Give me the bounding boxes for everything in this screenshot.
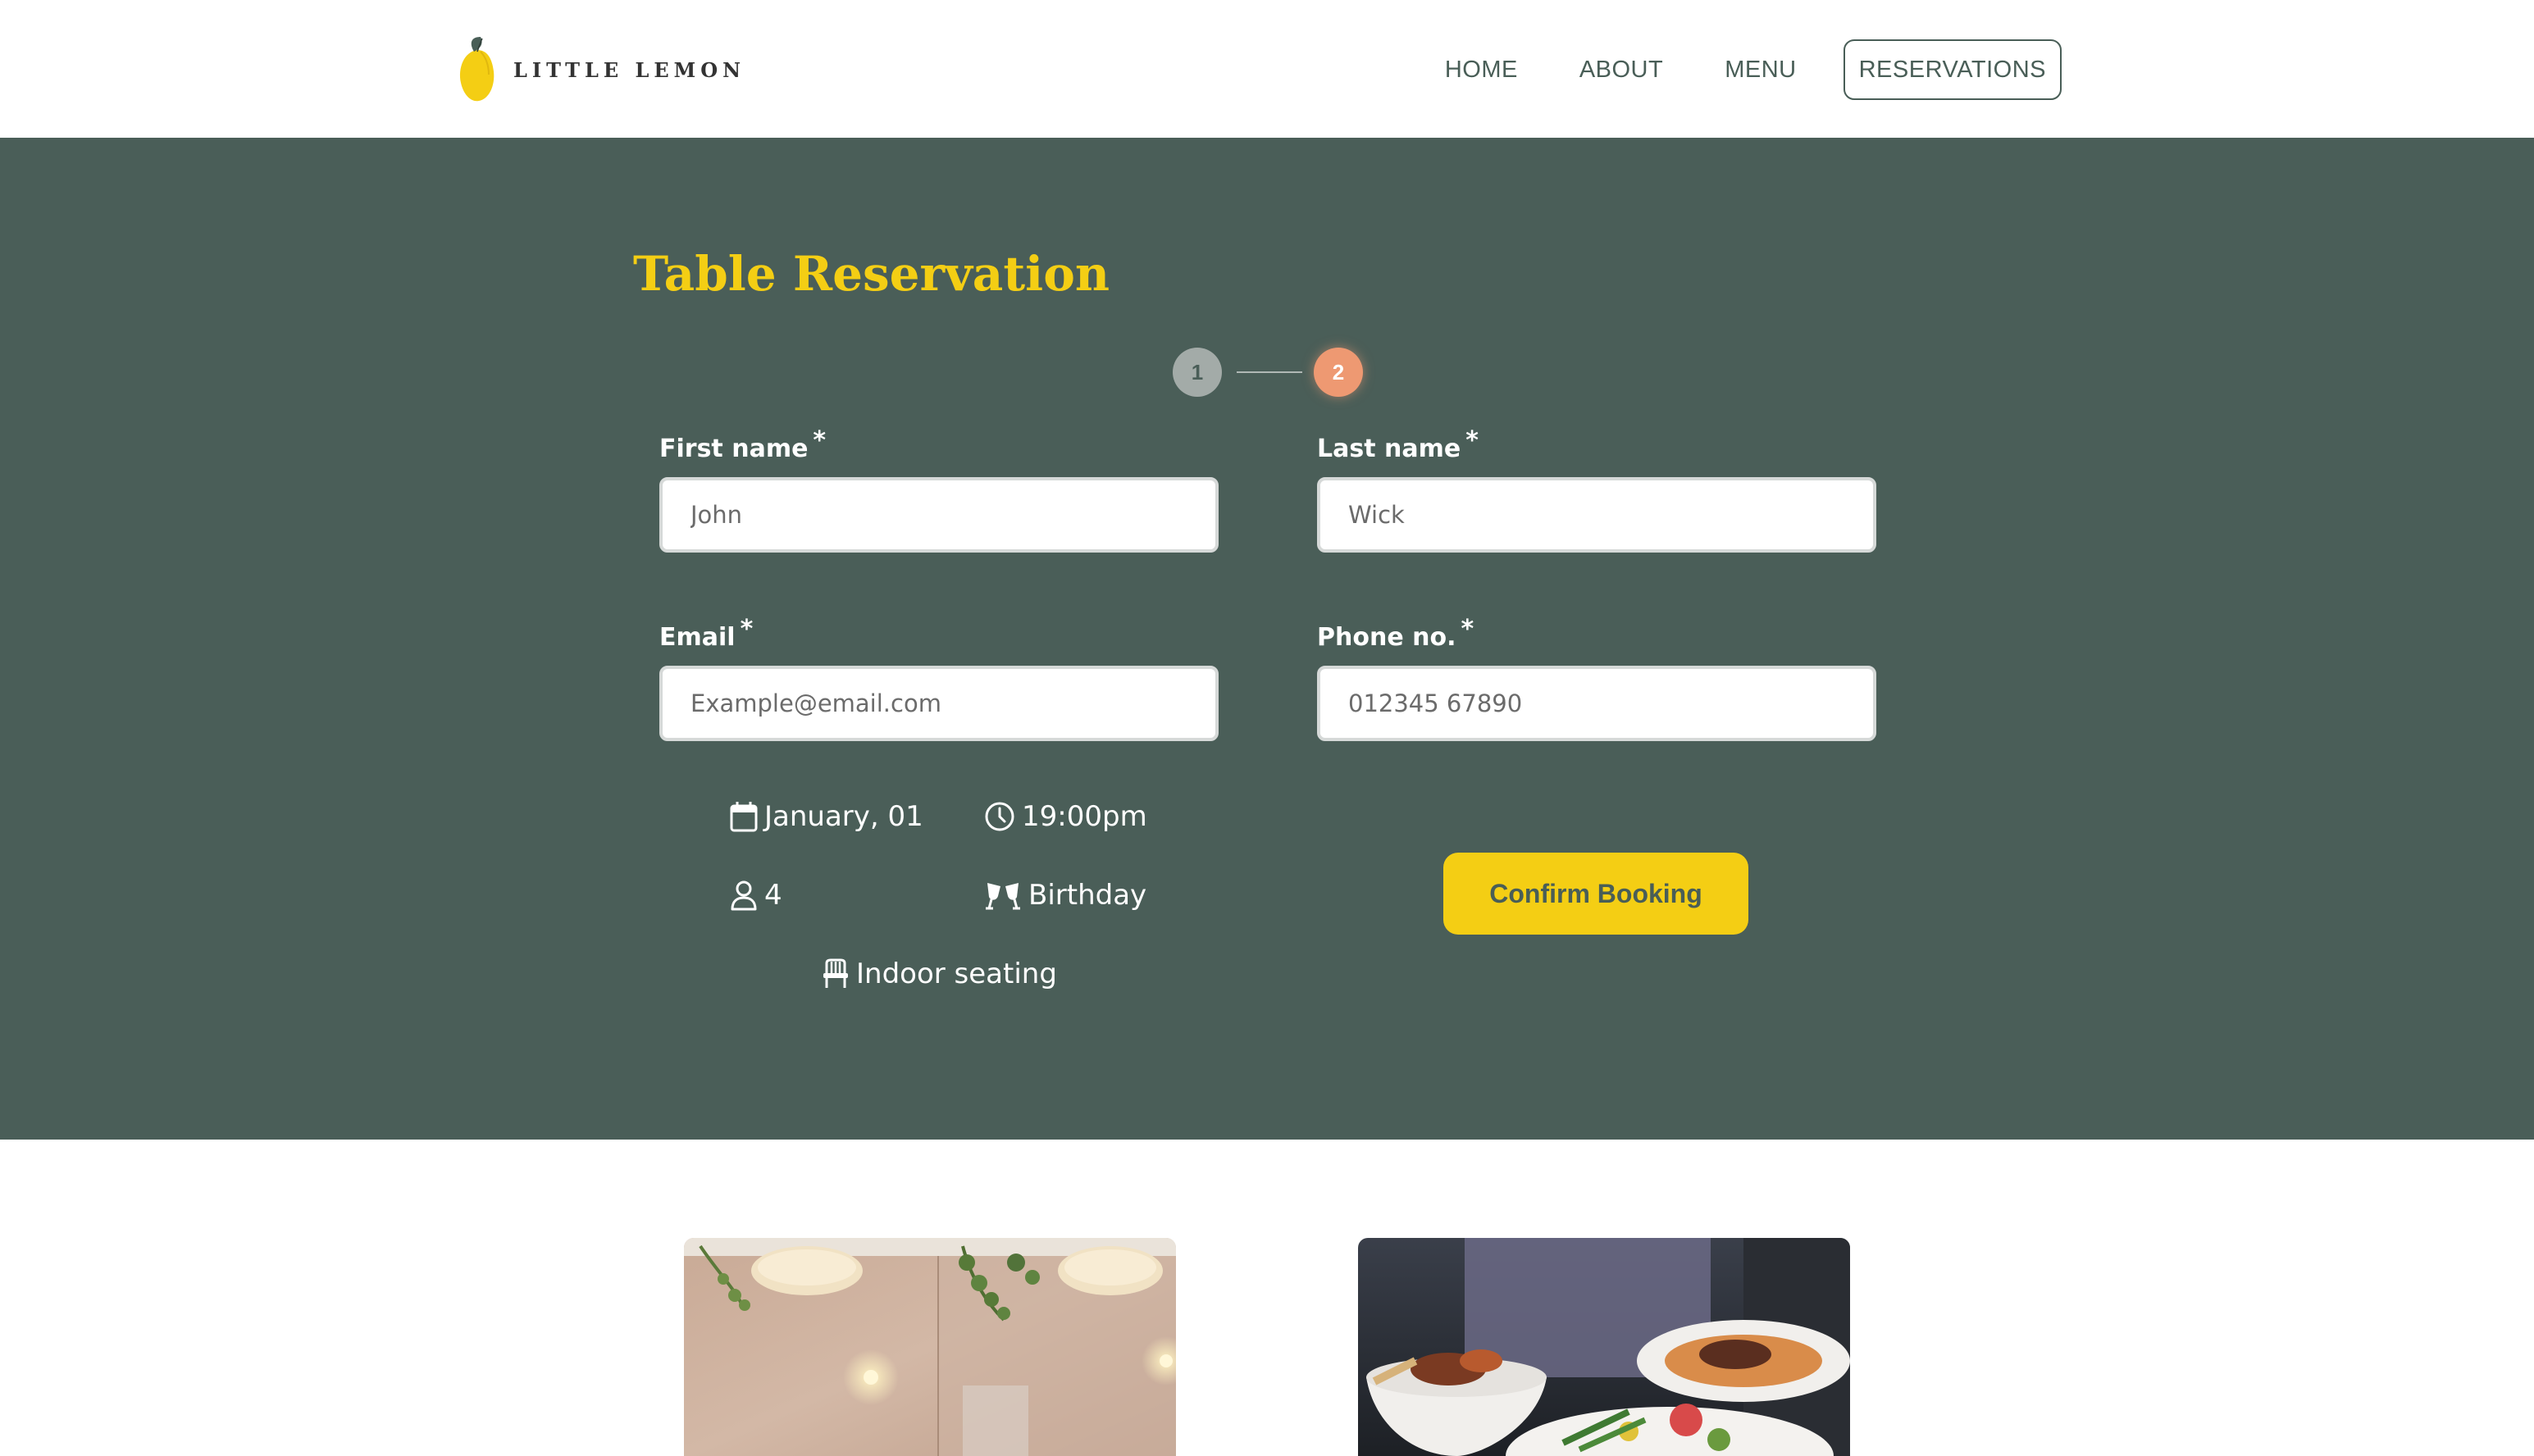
required-marker: * xyxy=(1461,615,1474,644)
person-icon xyxy=(731,880,757,911)
confirm-booking-button[interactable]: Confirm Booking xyxy=(1443,853,1748,935)
calendar-icon xyxy=(730,802,758,832)
lemon-icon xyxy=(459,37,494,102)
first-name-label: First name * xyxy=(659,426,827,463)
step-1[interactable]: 1 xyxy=(1173,348,1222,397)
summary-occasion: Birthday xyxy=(984,872,1146,918)
phone-label: Phone no. * xyxy=(1317,615,1474,652)
email-input[interactable] xyxy=(659,666,1219,741)
page-title: Table Reservation xyxy=(633,246,1110,302)
clock-icon xyxy=(985,802,1014,831)
step-indicator: 1 2 xyxy=(1173,348,1363,397)
reservation-section: Table Reservation 1 2 First name* Last n… xyxy=(0,138,2534,1140)
step-2-current: 2 xyxy=(1314,348,1363,397)
nav-menu[interactable]: MENU xyxy=(1725,57,1796,84)
last-name-input[interactable] xyxy=(1317,477,1876,553)
email-label: Email * xyxy=(659,615,754,652)
brand-logo[interactable]: LITTLE LEMON xyxy=(456,33,745,107)
main-nav: HOME ABOUT MENU RESERVATIONS xyxy=(1383,39,2062,100)
summary-date: January, 01 xyxy=(730,794,923,839)
step-connector xyxy=(1237,371,1302,373)
summary-time: 19:00pm xyxy=(984,794,1147,839)
required-marker: * xyxy=(740,615,754,644)
required-marker: * xyxy=(1465,426,1479,455)
summary-guests: 4 xyxy=(730,872,782,918)
nav-home[interactable]: HOME xyxy=(1445,57,1518,84)
brand-name: LITTLE LEMON xyxy=(513,57,746,82)
required-marker: * xyxy=(813,426,827,455)
last-name-label: Last name * xyxy=(1317,426,1479,463)
restaurant-interior-photo xyxy=(684,1238,1176,1456)
summary-seating: Indoor seating xyxy=(822,951,1057,997)
site-header: LITTLE LEMON HOME ABOUT MENU RESERVATION… xyxy=(0,0,2534,138)
cheers-icon xyxy=(986,883,1020,910)
first-name-input[interactable] xyxy=(659,477,1219,553)
plated-dishes-photo xyxy=(1358,1238,1850,1456)
chair-icon xyxy=(823,958,848,988)
nav-reservations[interactable]: RESERVATIONS xyxy=(1843,39,2062,100)
nav-about[interactable]: ABOUT xyxy=(1579,57,1663,84)
phone-input[interactable] xyxy=(1317,666,1876,741)
